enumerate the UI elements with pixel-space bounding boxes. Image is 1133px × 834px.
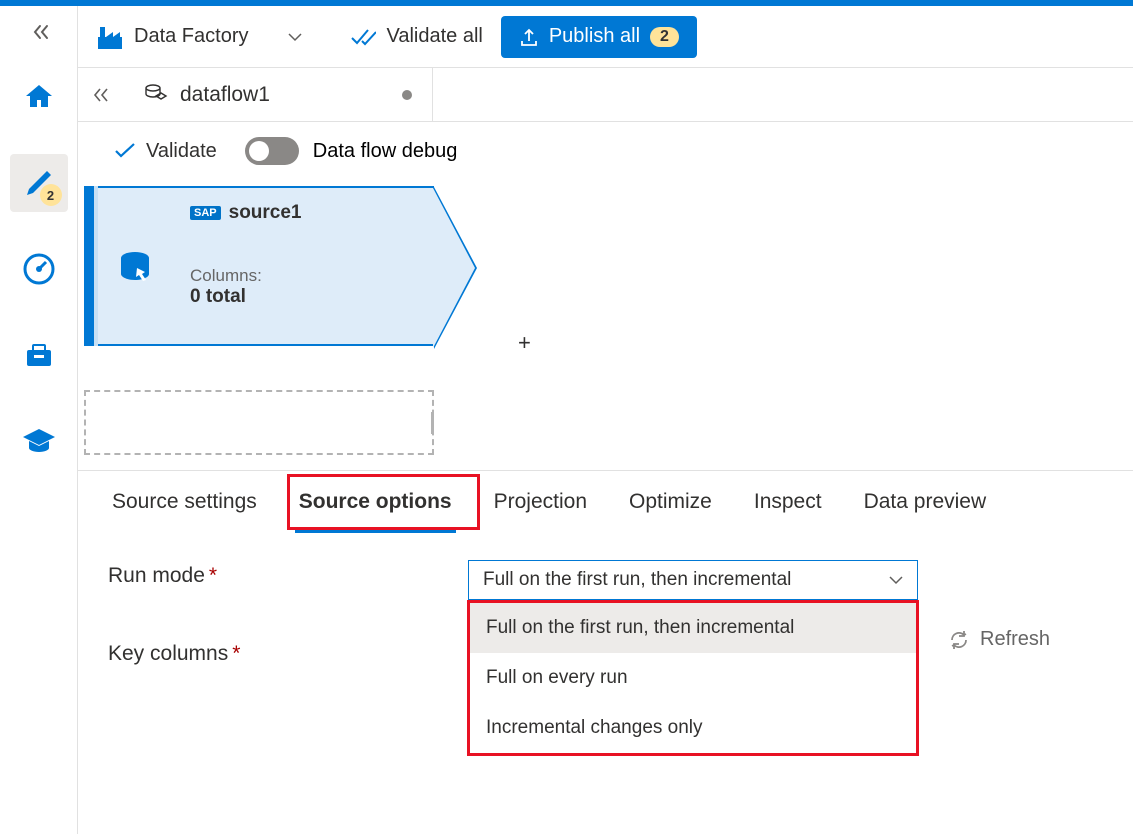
- option-full-every-run[interactable]: Full on every run: [470, 653, 916, 703]
- top-toolbar: Data Factory Validate all Publish all 2: [78, 6, 1133, 68]
- expand-tabs-button[interactable]: [78, 88, 122, 102]
- dataflow-icon: [142, 82, 168, 108]
- tab-inspect[interactable]: Inspect: [750, 471, 826, 532]
- nav-manage[interactable]: [10, 326, 68, 384]
- run-mode-select[interactable]: Full on the first run, then incremental: [468, 560, 918, 600]
- publish-all-button[interactable]: Publish all 2: [501, 16, 697, 58]
- validate-all-label: Validate all: [386, 25, 482, 48]
- add-transform-button[interactable]: +: [518, 330, 531, 356]
- dataflow-canvas[interactable]: SAP source1 Columns: 0 total +: [78, 180, 1133, 470]
- home-icon: [21, 79, 57, 115]
- check-icon: [114, 143, 136, 159]
- chevron-down-icon: [288, 32, 302, 42]
- refresh-button[interactable]: Refresh: [948, 628, 1050, 651]
- author-badge: 2: [40, 184, 62, 206]
- validate-button[interactable]: Validate: [114, 140, 217, 163]
- properties-tab-bar: Source settings Source options Projectio…: [78, 470, 1133, 532]
- debug-label: Data flow debug: [313, 140, 458, 163]
- factory-label: Data Factory: [134, 25, 248, 48]
- source-node[interactable]: SAP source1 Columns: 0 total: [84, 186, 434, 346]
- factory-dropdown[interactable]: Data Factory: [96, 23, 302, 51]
- unsaved-indicator: [402, 90, 412, 100]
- sap-logo-badge: SAP: [190, 206, 221, 220]
- refresh-icon: [948, 629, 970, 651]
- run-mode-value: Full on the first run, then incremental: [483, 569, 791, 591]
- toggle-switch-off: [245, 137, 299, 165]
- chevron-down-icon: [889, 575, 903, 585]
- main-area: Data Factory Validate all Publish all 2 …: [78, 6, 1133, 834]
- toolbox-icon: [22, 338, 56, 372]
- validate-all-button[interactable]: Validate all: [350, 25, 482, 48]
- add-source-placeholder[interactable]: [84, 390, 434, 455]
- upload-icon: [519, 27, 539, 47]
- nav-learn[interactable]: [10, 412, 68, 470]
- run-mode-label: Run mode*: [108, 560, 468, 588]
- publish-label: Publish all: [549, 25, 640, 48]
- tab-optimize[interactable]: Optimize: [625, 471, 716, 532]
- tab-title: dataflow1: [180, 83, 270, 107]
- publish-count-badge: 2: [650, 27, 679, 47]
- collapse-rail-button[interactable]: [29, 24, 49, 40]
- file-tab-dataflow1[interactable]: dataflow1: [122, 68, 433, 121]
- columns-count: 0 total: [190, 286, 415, 308]
- canvas-action-bar: Validate Data flow debug: [78, 122, 1133, 180]
- tab-source-options[interactable]: Source options: [295, 471, 456, 532]
- refresh-label: Refresh: [980, 628, 1050, 651]
- key-columns-label: Key columns*: [108, 638, 468, 666]
- validate-label: Validate: [146, 140, 217, 163]
- left-nav-rail: 2: [0, 6, 78, 834]
- source-name-label: source1: [229, 202, 302, 224]
- factory-icon: [96, 23, 124, 51]
- gauge-icon: [22, 252, 56, 286]
- option-incremental-only[interactable]: Incremental changes only: [470, 703, 916, 753]
- nav-home[interactable]: [10, 68, 68, 126]
- graduation-icon: [21, 426, 57, 456]
- tab-data-preview[interactable]: Data preview: [860, 471, 991, 532]
- columns-label: Columns:: [190, 266, 415, 286]
- run-mode-dropdown-list: Full on the first run, then incremental …: [467, 600, 919, 756]
- tab-source-settings[interactable]: Source settings: [108, 471, 261, 532]
- source-shape-icon: [113, 244, 157, 288]
- nav-monitor[interactable]: [10, 240, 68, 298]
- checkmark-icon: [350, 28, 376, 46]
- debug-toggle[interactable]: Data flow debug: [245, 137, 458, 165]
- nav-author[interactable]: 2: [10, 154, 68, 212]
- source-options-panel: Run mode* Full on the first run, then in…: [78, 532, 1133, 732]
- editor-tab-bar: dataflow1: [78, 68, 1133, 122]
- option-full-first-incremental[interactable]: Full on the first run, then incremental: [470, 603, 916, 653]
- tab-projection[interactable]: Projection: [490, 471, 591, 532]
